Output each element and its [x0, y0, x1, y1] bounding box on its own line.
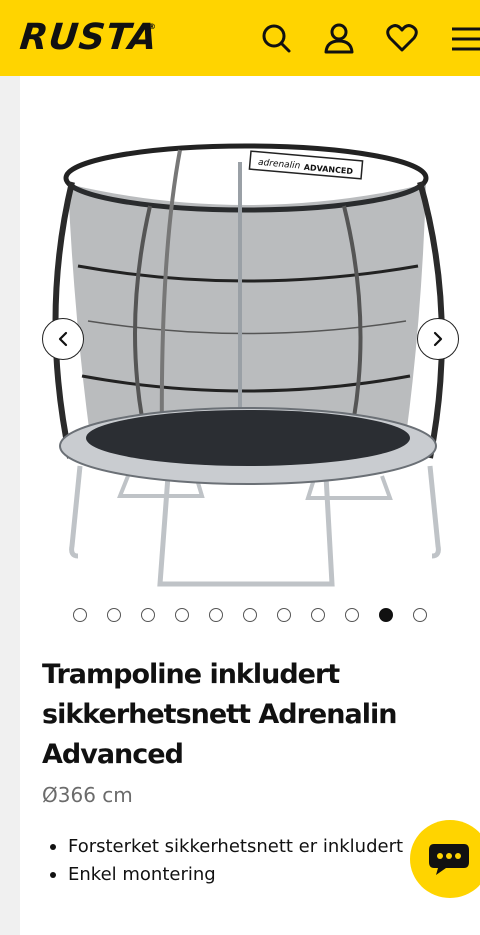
- gallery-dot[interactable]: [311, 608, 325, 622]
- bullet-icon: [50, 844, 56, 850]
- user-icon[interactable]: [319, 18, 359, 58]
- rusta-logo[interactable]: RUSTA ®: [17, 12, 160, 64]
- gallery-dot[interactable]: [413, 608, 427, 622]
- logo-trademark: ®: [148, 22, 156, 31]
- gallery-pagination: [20, 608, 480, 628]
- gallery-dot[interactable]: [107, 608, 121, 622]
- menu-icon[interactable]: [444, 18, 480, 58]
- gallery-dot[interactable]: [175, 608, 189, 622]
- product-image-trampoline[interactable]: adrenalin ADVANCED: [50, 136, 460, 616]
- chat-button[interactable]: [410, 820, 480, 898]
- site-header: RUSTA ®: [0, 0, 480, 76]
- gallery-dot[interactable]: [277, 608, 291, 622]
- product-gallery: adrenalin ADVANCED: [20, 76, 480, 596]
- heart-icon[interactable]: [382, 18, 422, 58]
- logo-text: RUSTA: [17, 17, 160, 58]
- chat-bubble-icon: [429, 844, 469, 875]
- chevron-right-icon: [433, 331, 443, 347]
- search-icon[interactable]: [256, 18, 296, 58]
- chevron-left-icon: [58, 331, 68, 347]
- bullet-icon: [50, 872, 56, 878]
- gallery-dot[interactable]: [73, 608, 87, 622]
- gallery-dot[interactable]: [141, 608, 155, 622]
- gallery-prev-button[interactable]: [42, 318, 84, 360]
- gallery-dot[interactable]: [379, 608, 393, 622]
- feature-item: Forsterket sikkerhetsnett er inkludert: [50, 833, 410, 861]
- page-left-gutter: [0, 76, 20, 935]
- feature-item: Enkel montering: [50, 861, 410, 889]
- product-size: Ø366 cm: [42, 783, 133, 807]
- gallery-dot[interactable]: [243, 608, 257, 622]
- gallery-dot[interactable]: [209, 608, 223, 622]
- feature-text: Forsterket sikkerhetsnett er inkludert: [68, 836, 404, 857]
- feature-text: Enkel montering: [68, 864, 216, 885]
- gallery-dot[interactable]: [345, 608, 359, 622]
- gallery-next-button[interactable]: [417, 318, 459, 360]
- product-features: Forsterket sikkerhetsnett er inkludert E…: [50, 833, 410, 889]
- product-title: Trampoline inkludert sikkerhetsnett Adre…: [42, 659, 397, 770]
